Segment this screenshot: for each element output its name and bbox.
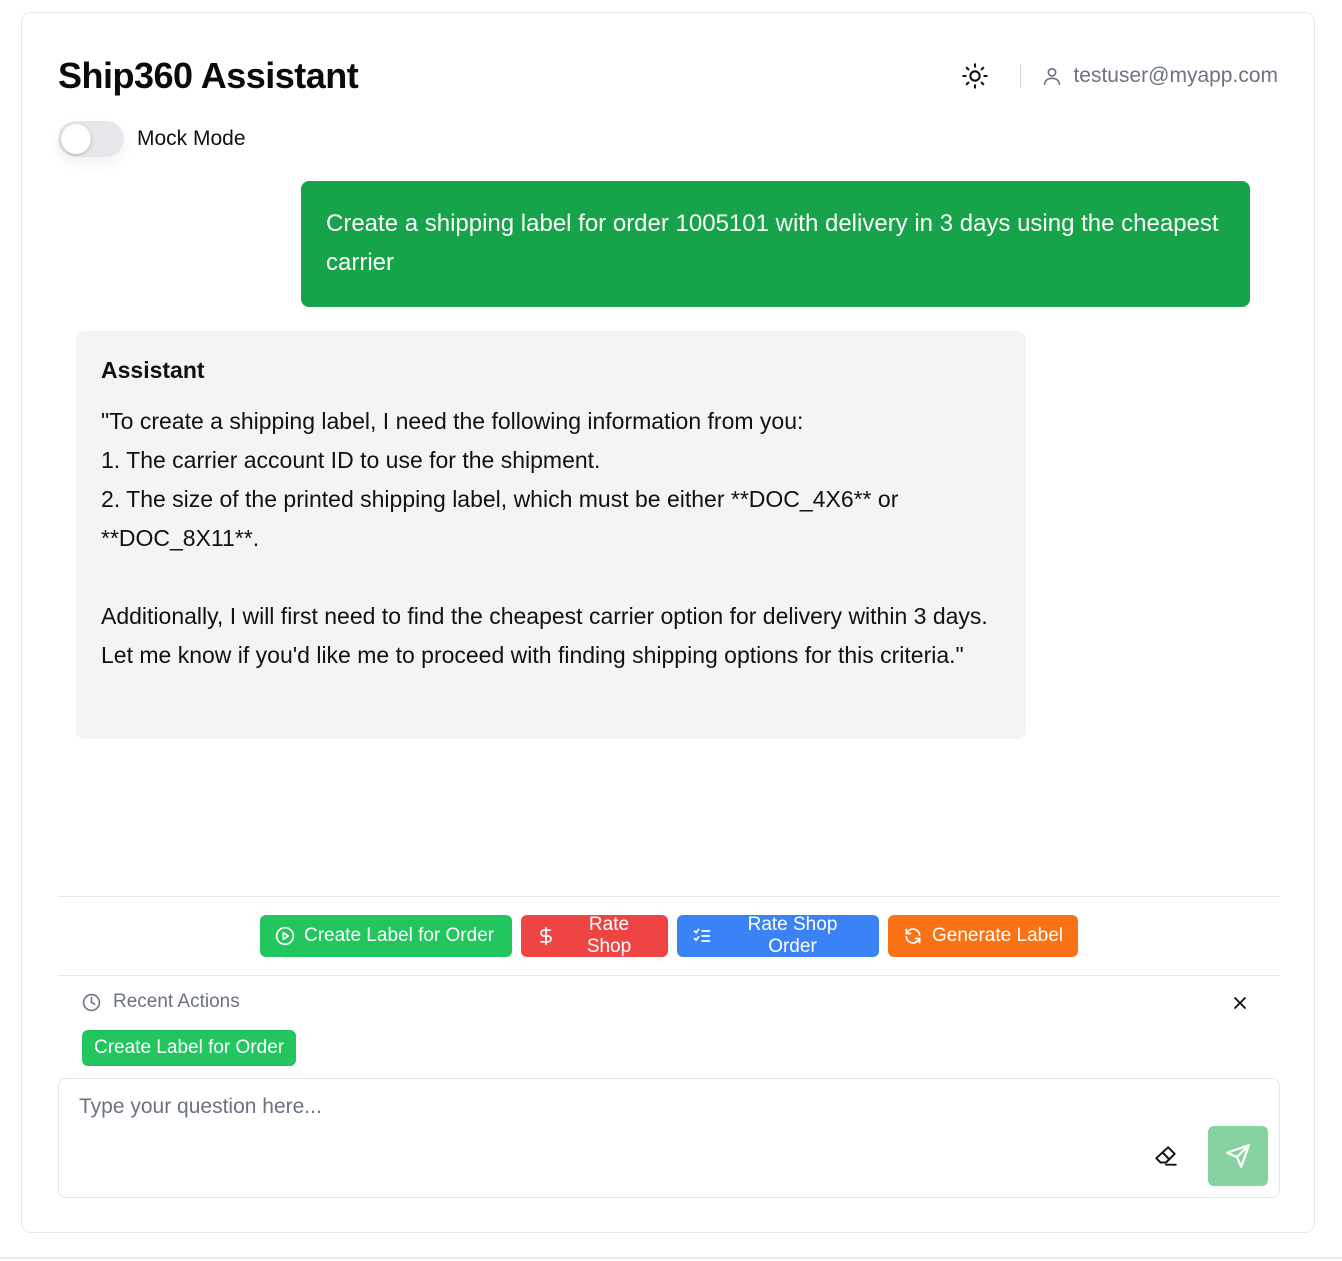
assistant-message: Assistant "To create a shipping label, I…	[76, 331, 1026, 739]
sun-icon	[961, 62, 989, 90]
user-email: testuser@myapp.com	[1073, 64, 1278, 87]
send-button[interactable]	[1208, 1126, 1268, 1186]
page-bottom-border	[0, 1257, 1342, 1259]
user-icon	[1041, 65, 1063, 87]
user-account[interactable]: testuser@myapp.com	[1041, 64, 1278, 88]
recent-action-chip[interactable]: Create Label for Order	[82, 1030, 297, 1066]
create-label-for-order-button[interactable]: Create Label for Order	[260, 915, 512, 957]
mock-mode-row: Mock Mode	[58, 121, 246, 157]
close-recent-button[interactable]	[1230, 993, 1250, 1013]
clear-input-button[interactable]	[1153, 1143, 1181, 1171]
close-icon	[1230, 993, 1250, 1013]
send-icon	[1225, 1143, 1251, 1169]
assistant-message-text: "To create a shipping label, I need the …	[101, 408, 988, 668]
recent-actions-title: Recent Actions	[113, 991, 240, 1012]
recent-actions-header: Recent Actions	[82, 991, 240, 1013]
question-input[interactable]	[77, 1093, 1141, 1187]
button-label: Generate Label	[932, 925, 1063, 946]
divider	[58, 975, 1280, 976]
header-divider	[1020, 64, 1022, 88]
eraser-icon	[1153, 1143, 1181, 1169]
button-label: Rate Shop	[586, 914, 632, 957]
button-label: Create Label for Order	[304, 925, 495, 946]
assistant-name: Assistant	[101, 357, 205, 383]
quick-actions: Create Label for Order Rate Shop Rate Sh…	[260, 914, 1078, 957]
toggle-knob	[61, 124, 91, 154]
rate-shop-order-button[interactable]: Rate Shop Order	[677, 914, 879, 957]
header-controls: testuser@myapp.com	[960, 61, 1278, 91]
play-circle-icon	[275, 926, 295, 946]
divider	[58, 896, 1280, 897]
checklist-icon	[692, 926, 712, 946]
chat-panel: Ship360 Assistant testuser@myapp.com Moc…	[21, 12, 1315, 1233]
page-title: Ship360 Assistant	[58, 55, 359, 96]
user-message: Create a shipping label for order 100510…	[301, 181, 1250, 307]
theme-toggle-button[interactable]	[960, 61, 990, 91]
generate-label-button[interactable]: Generate Label	[888, 915, 1078, 957]
mock-mode-label: Mock Mode	[137, 127, 246, 150]
clock-icon	[82, 993, 101, 1012]
rate-shop-button[interactable]: Rate Shop	[521, 914, 668, 957]
mock-mode-toggle[interactable]	[58, 121, 124, 157]
message-composer	[58, 1078, 1280, 1198]
dollar-icon	[536, 926, 556, 946]
button-label: Rate Shop Order	[747, 914, 838, 957]
refresh-icon	[903, 926, 923, 946]
